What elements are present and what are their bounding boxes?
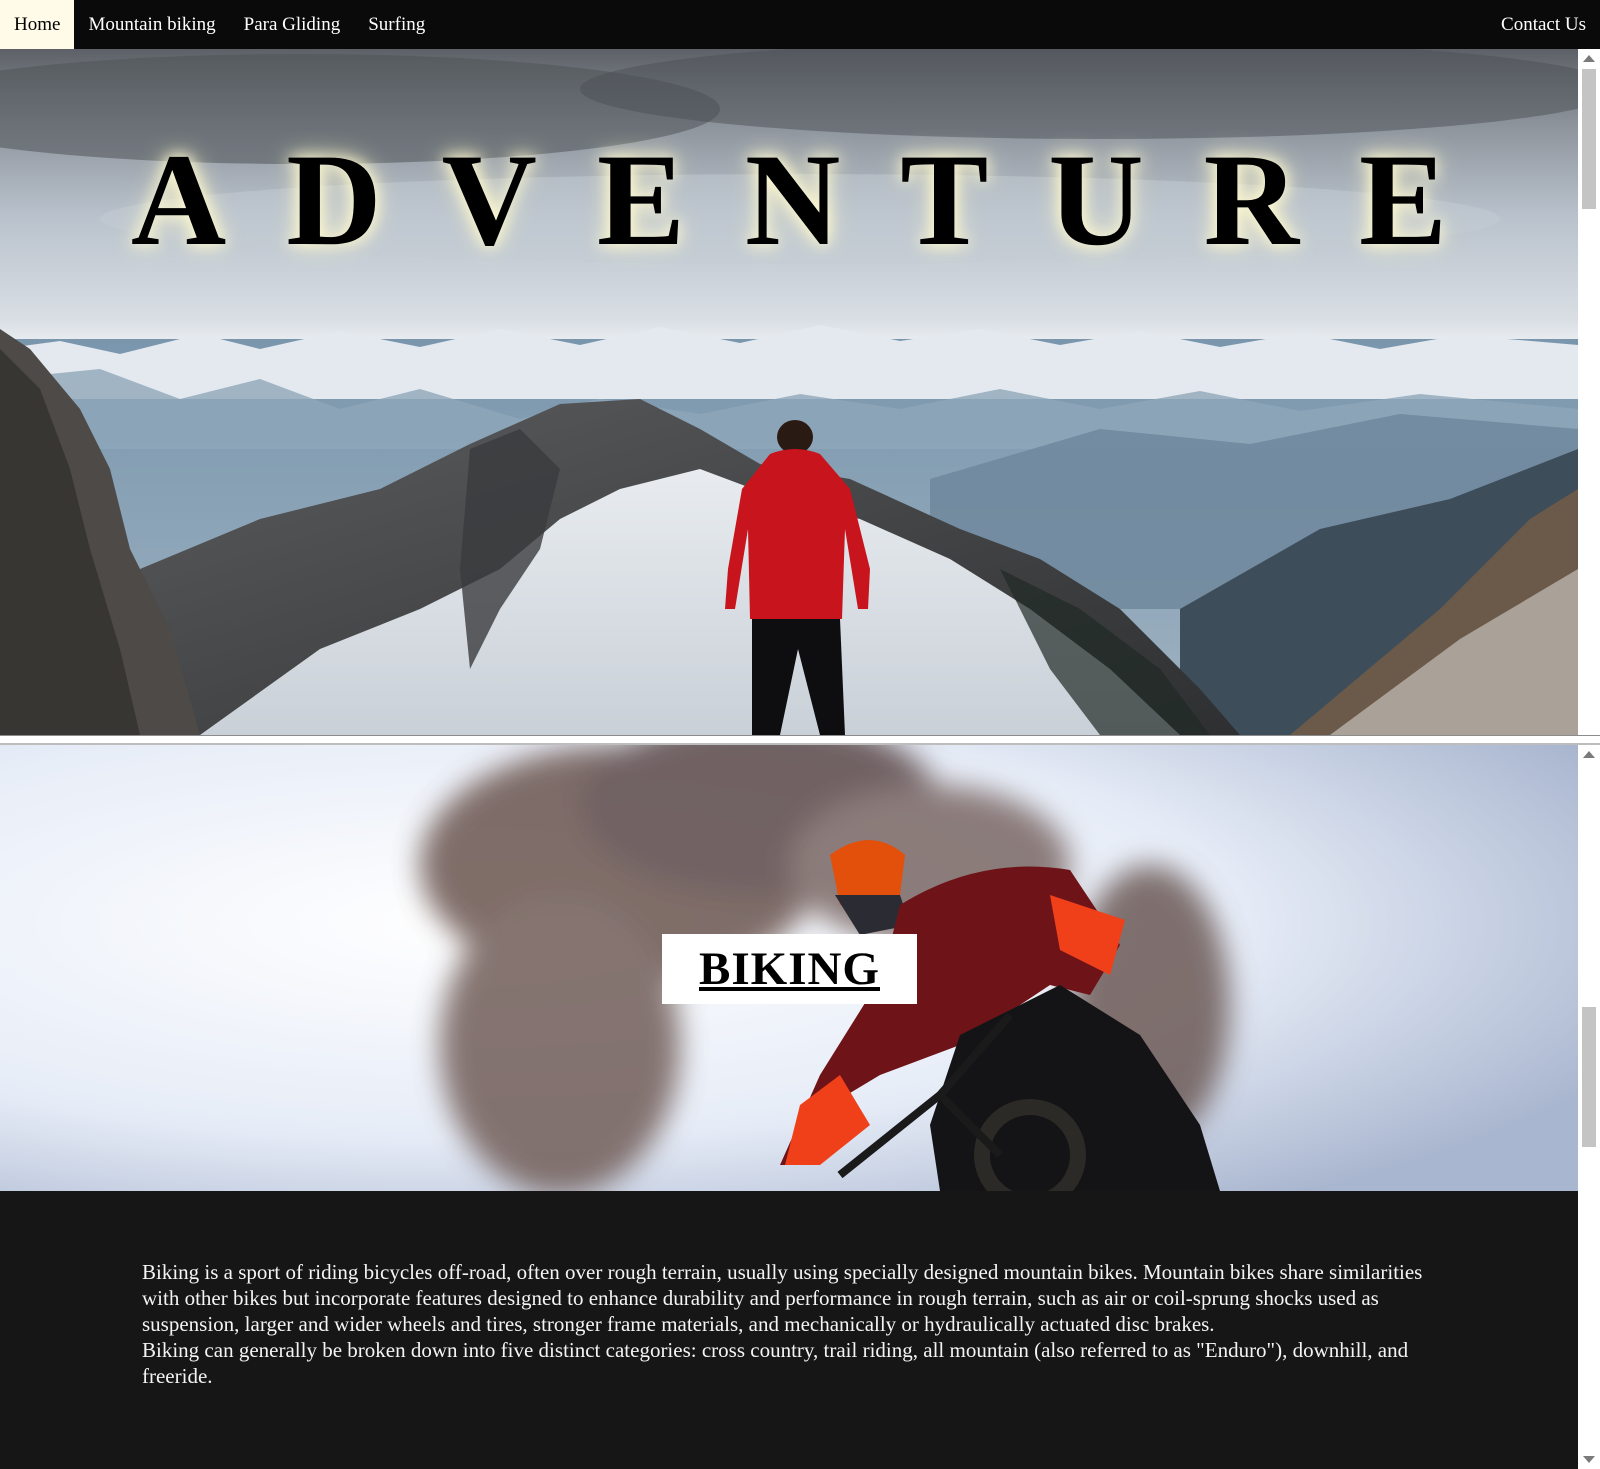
- hero-frame: ADVENTURE: [0, 49, 1600, 735]
- scroll-thumb[interactable]: [1582, 69, 1596, 209]
- biking-frame: BIKING Biking is a sport of riding bicyc…: [0, 745, 1600, 1469]
- frame-divider: [0, 735, 1600, 745]
- scroll-down-arrow-icon[interactable]: [1583, 1456, 1595, 1463]
- biking-paragraph-1: Biking is a sport of riding bicycles off…: [142, 1260, 1423, 1336]
- biking-heading: BIKING: [699, 943, 880, 995]
- biking-description-panel: Biking is a sport of riding bicycles off…: [0, 1191, 1578, 1469]
- biking-heading-box: BIKING: [662, 934, 917, 1004]
- hero-scrollbar[interactable]: [1578, 49, 1600, 735]
- hero-title: ADVENTURE: [130, 126, 1508, 273]
- top-navbar: Home Mountain biking Para Gliding Surfin…: [0, 0, 1600, 49]
- nav-mountain-biking[interactable]: Mountain biking: [74, 0, 229, 49]
- scroll-up-arrow-icon[interactable]: [1583, 55, 1595, 62]
- biking-description: Biking is a sport of riding bicycles off…: [142, 1259, 1432, 1389]
- nav-surfing[interactable]: Surfing: [354, 0, 439, 49]
- scroll-thumb[interactable]: [1582, 1007, 1596, 1147]
- nav-para-gliding[interactable]: Para Gliding: [230, 0, 355, 49]
- scroll-up-arrow-icon[interactable]: [1583, 751, 1595, 758]
- nav-home[interactable]: Home: [0, 0, 75, 49]
- biking-scrollbar[interactable]: [1578, 745, 1600, 1469]
- biking-paragraph-2: Biking can generally be broken down into…: [142, 1338, 1409, 1388]
- nav-contact-us[interactable]: Contact Us: [1487, 0, 1600, 49]
